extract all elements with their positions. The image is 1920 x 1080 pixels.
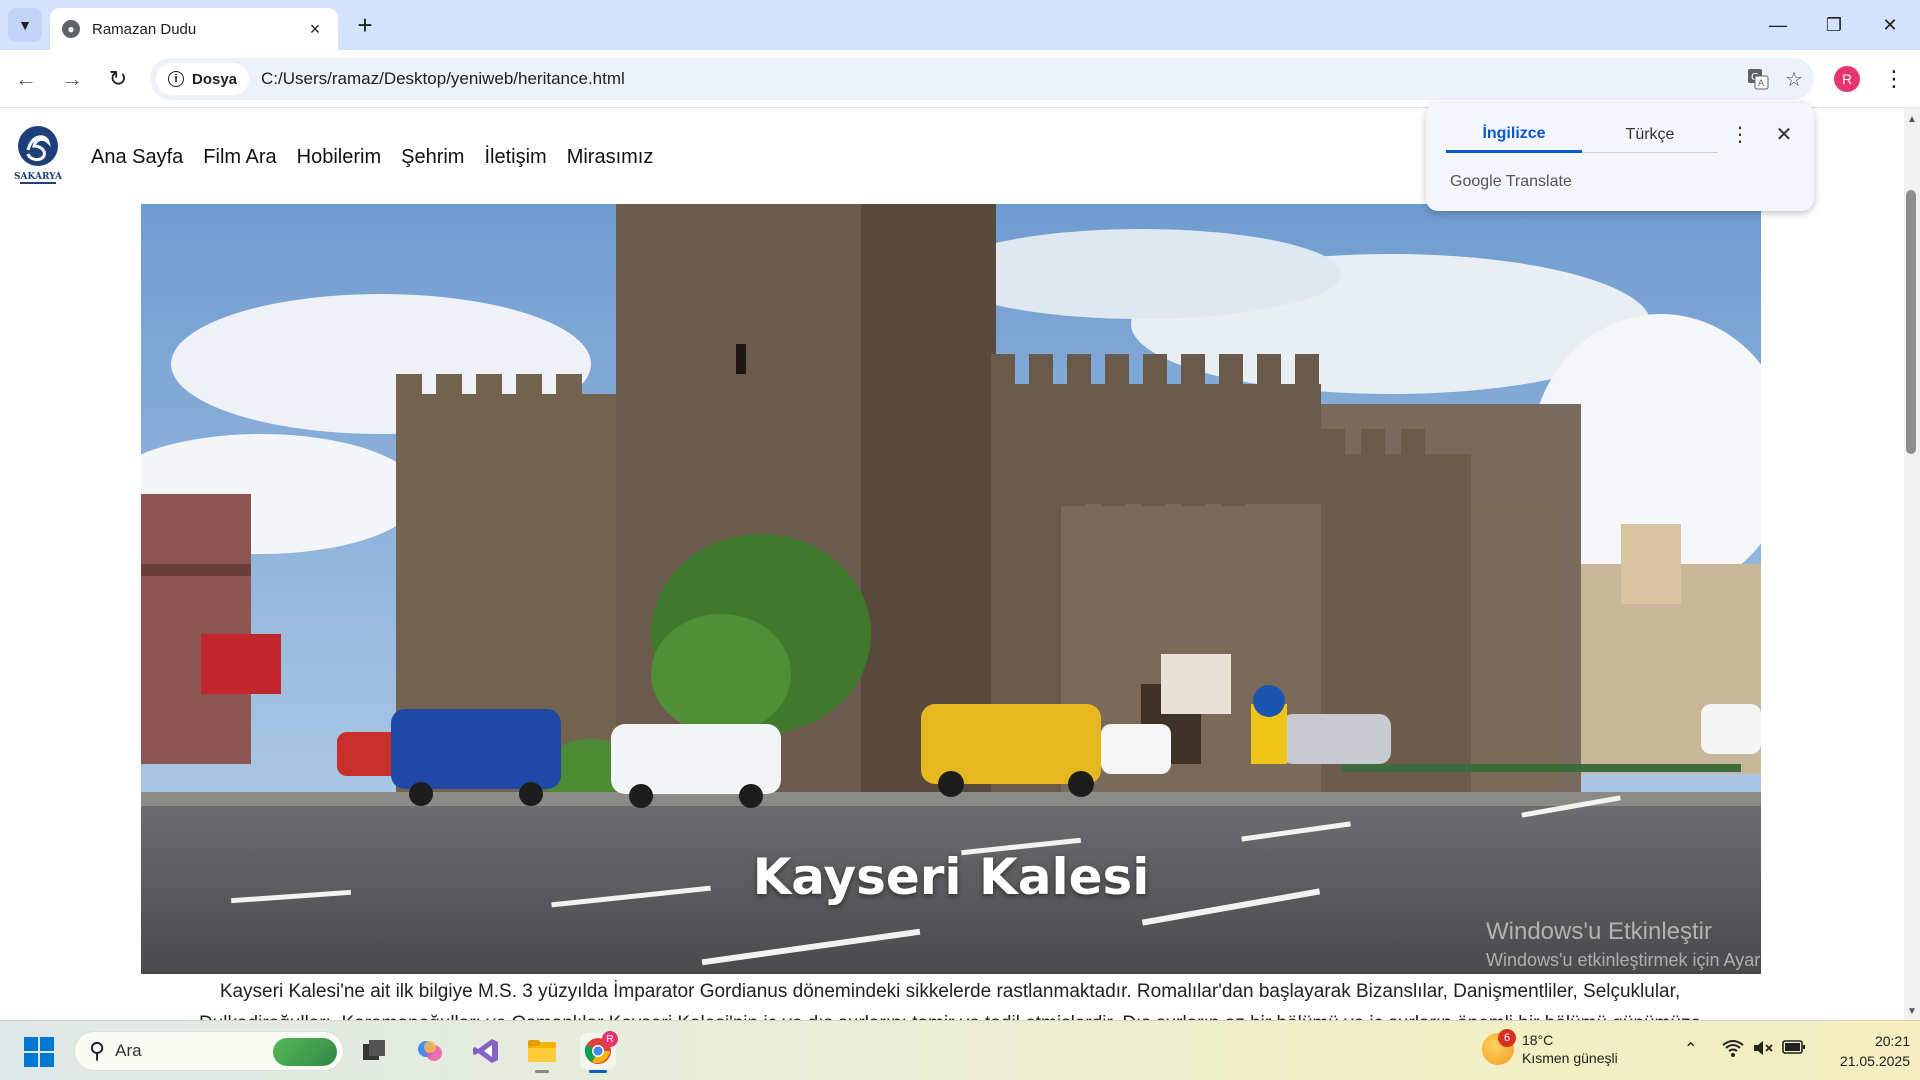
search-highlight-image bbox=[273, 1038, 337, 1066]
back-button[interactable]: ← bbox=[8, 61, 44, 97]
scrollbar-thumb[interactable] bbox=[1906, 190, 1916, 454]
battery-icon[interactable] bbox=[1782, 1039, 1806, 1060]
svg-text:A: A bbox=[1758, 79, 1765, 89]
svg-text:SAKARYA: SAKARYA bbox=[14, 172, 62, 182]
chevron-up-icon[interactable]: ⌃ bbox=[1684, 1039, 1697, 1059]
nav-link-iletisim[interactable]: İletişim bbox=[484, 146, 546, 169]
restore-button[interactable]: ❐ bbox=[1806, 0, 1862, 50]
chevron-down-icon: ▼ bbox=[18, 17, 32, 33]
file-explorer-icon[interactable] bbox=[524, 1033, 560, 1073]
reload-icon: ↻ bbox=[108, 66, 128, 91]
arrow-left-icon: ← bbox=[15, 66, 37, 91]
active-tab[interactable]: ● Ramazan Dudu × bbox=[50, 8, 338, 50]
weather-temp: 18°C bbox=[1522, 1032, 1554, 1048]
nav-link-film-ara[interactable]: Film Ara bbox=[203, 146, 276, 169]
weather-desc: Kısmen güneşli bbox=[1522, 1050, 1618, 1066]
translate-icon[interactable]: GA bbox=[1744, 65, 1772, 93]
wifi-icon[interactable] bbox=[1722, 1039, 1744, 1062]
page-viewport: SAKARYA Ana Sayfa Film Ara Hobilerim Şeh… bbox=[0, 108, 1904, 1020]
copilot-icon[interactable] bbox=[412, 1033, 448, 1069]
forward-button[interactable]: → bbox=[54, 61, 90, 97]
minimize-button[interactable]: — bbox=[1750, 0, 1806, 50]
browser-toolbar: ← → ↻ i Dosya C:/Users/ramaz/Desktop/yen… bbox=[0, 50, 1920, 108]
tab-close-icon[interactable]: × bbox=[304, 18, 326, 40]
site-info-chip[interactable]: i Dosya bbox=[156, 63, 250, 95]
chrome-profile-badge: R bbox=[602, 1031, 618, 1047]
url-text[interactable]: C:/Users/ramaz/Desktop/yeniweb/heritance… bbox=[261, 69, 625, 89]
clock-time: 20:21 bbox=[1874, 1033, 1910, 1049]
new-tab-button[interactable]: + bbox=[350, 10, 380, 40]
translate-popup: İngilizce Türkçe ⋮ ✕ Google Translate bbox=[1426, 103, 1814, 211]
clock-date: 21.05.2025 bbox=[1839, 1053, 1910, 1069]
info-icon: i bbox=[168, 71, 184, 87]
translate-tab-english[interactable]: İngilizce bbox=[1446, 117, 1582, 153]
task-view-icon[interactable] bbox=[356, 1033, 392, 1069]
activation-watermark-subtitle: Windows'u etkinleştirmek için Ayarlar'a … bbox=[1486, 950, 1842, 970]
taskbar-search[interactable]: ⚲ Ara bbox=[74, 1031, 344, 1071]
intro-paragraph: Kayseri Kalesi'ne ait ilk bilgiye M.S. 3… bbox=[199, 981, 1701, 1020]
running-indicator bbox=[535, 1070, 549, 1073]
visual-studio-icon[interactable] bbox=[468, 1033, 504, 1069]
tab-title: Ramazan Dudu bbox=[92, 20, 197, 38]
windows-taskbar: ⚲ Ara R 6 18°C Kısmen güneşli ⌃ 20:21 21… bbox=[0, 1020, 1920, 1080]
tab-search-button[interactable]: ▼ bbox=[8, 8, 42, 42]
windows-start-icon[interactable] bbox=[24, 1037, 54, 1067]
weather-badge: 6 bbox=[1498, 1029, 1516, 1047]
site-chip-label: Dosya bbox=[192, 70, 238, 88]
nav-link-sehrim[interactable]: Şehrim bbox=[401, 146, 464, 169]
bookmark-star-icon[interactable]: ☆ bbox=[1780, 65, 1808, 93]
search-label: Ara bbox=[115, 1041, 142, 1060]
partly-sunny-icon: 6 bbox=[1482, 1029, 1516, 1065]
weather-widget[interactable]: 6 18°C Kısmen güneşli bbox=[1482, 1029, 1618, 1067]
scroll-up-arrow[interactable]: ▲ bbox=[1905, 112, 1919, 126]
system-clock[interactable]: 20:21 21.05.2025 bbox=[1820, 1031, 1910, 1071]
arrow-right-icon: → bbox=[61, 66, 83, 91]
browser-menu-icon[interactable]: ⋮ bbox=[1880, 62, 1908, 96]
nav-link-hobilerim[interactable]: Hobilerim bbox=[297, 146, 381, 169]
translate-tab-turkish[interactable]: Türkçe bbox=[1582, 117, 1718, 153]
nav-link-mirasimiz[interactable]: Mirasımız bbox=[567, 146, 654, 169]
google-translate-brand: Google Translate bbox=[1450, 173, 1572, 190]
globe-icon: ● bbox=[62, 20, 80, 38]
address-bar[interactable]: i Dosya C:/Users/ramaz/Desktop/yeniweb/h… bbox=[150, 58, 1814, 100]
speaker-muted-icon[interactable] bbox=[1752, 1039, 1774, 1062]
close-icon[interactable]: ✕ bbox=[1770, 119, 1798, 149]
search-icon: ⚲ bbox=[89, 1038, 106, 1063]
activation-watermark-title: Windows'u Etkinleştir bbox=[1486, 918, 1712, 945]
more-options-icon[interactable]: ⋮ bbox=[1726, 119, 1754, 149]
nav-link-ana-sayfa[interactable]: Ana Sayfa bbox=[91, 146, 183, 169]
reload-button[interactable]: ↻ bbox=[100, 61, 136, 97]
profile-avatar[interactable]: R bbox=[1834, 66, 1860, 92]
chrome-taskbar-icon[interactable]: R bbox=[580, 1031, 618, 1073]
scroll-down-arrow[interactable]: ▼ bbox=[1905, 1004, 1919, 1018]
tab-strip: ▼ ● Ramazan Dudu × + — ❐ ✕ bbox=[0, 0, 1920, 50]
active-indicator bbox=[589, 1070, 607, 1073]
hero-image: Kayseri Kalesi bbox=[141, 204, 1761, 974]
close-window-button[interactable]: ✕ bbox=[1862, 0, 1918, 50]
hero-title: Kayseri Kalesi bbox=[752, 848, 1150, 906]
main-nav: Ana Sayfa Film Ara Hobilerim Şehrim İlet… bbox=[91, 146, 653, 169]
sakarya-logo[interactable]: SAKARYA bbox=[14, 124, 63, 188]
